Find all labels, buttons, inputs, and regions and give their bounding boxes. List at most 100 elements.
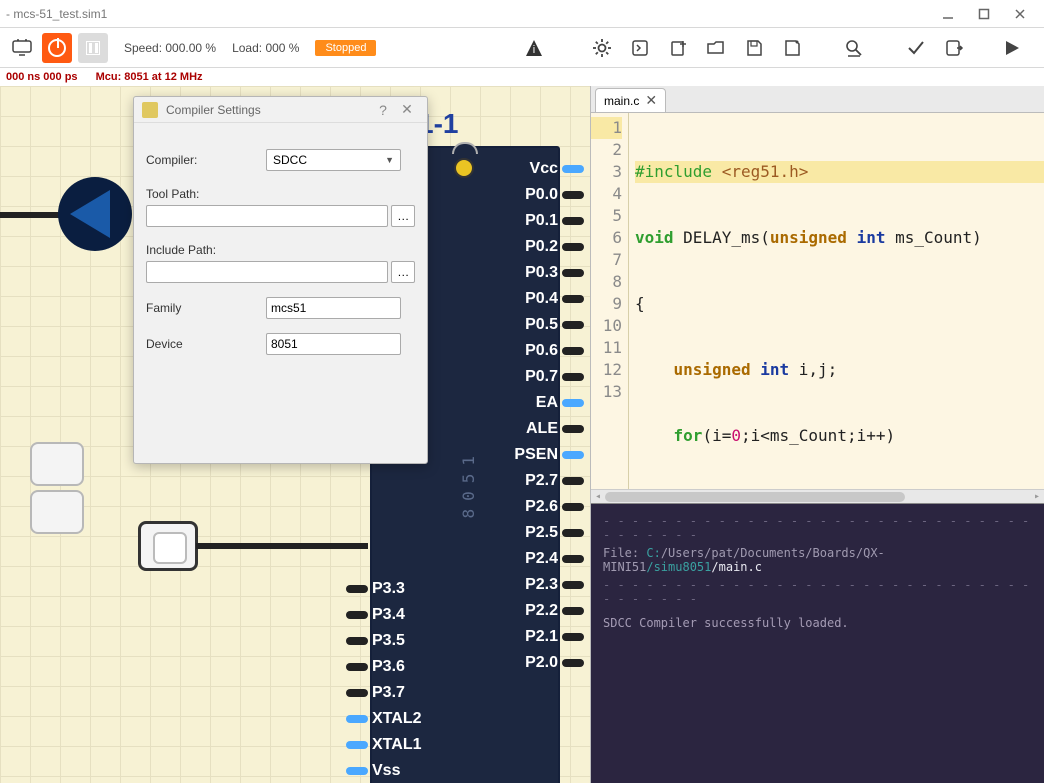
code-body[interactable]: #include <reg51.h> void DELAY_ms(unsigne… [629,113,1044,503]
save-icon[interactable] [740,34,768,62]
pin-P2.7[interactable]: P2.7 [498,470,584,492]
toolpath-input[interactable] [146,205,388,227]
pin-label: P0.6 [498,342,558,360]
gutter-line: 12 [591,359,622,381]
scroll-thumb[interactable] [605,492,905,502]
check-icon[interactable] [902,34,930,62]
pause-button[interactable] [78,33,108,63]
power-button[interactable] [42,33,72,63]
maximize-icon[interactable] [966,4,1002,24]
pin-peg [562,243,584,251]
schematic-view[interactable]: 1-1 8051 VccP0.0P0.1P0.2P0.3P0.4P0.5P0.6… [0,86,590,783]
pin-label: P0.0 [498,186,558,204]
output-console[interactable]: - - - - - - - - - - - - - - - - - - - - … [591,503,1044,783]
toolpath-browse-button[interactable]: … [391,205,415,227]
find-icon[interactable] [840,34,868,62]
pin-P2.6[interactable]: P2.6 [498,496,584,518]
close-icon[interactable]: ✕ [395,101,419,118]
scroll-right-icon[interactable]: ▸ [1030,490,1044,503]
left-pin-column: P3.3 P3.4 P3.5 P3.6 P3.7 XTAL2 XTAL1 Vss [346,578,421,782]
pin-P0.6[interactable]: P0.6 [498,340,584,362]
pin-EA[interactable]: EA [498,392,584,414]
pin-P2.3[interactable]: P2.3 [498,574,584,596]
tab-label: main.c [604,94,639,108]
pin-peg [562,659,584,667]
pin-P3.4[interactable]: P3.4 [346,604,405,626]
pin-peg [346,585,368,593]
pin-peg [346,611,368,619]
pin-P2.5[interactable]: P2.5 [498,522,584,544]
pin-Vcc[interactable]: Vcc [498,158,584,180]
upload-icon[interactable] [940,34,968,62]
titlebar: - mcs-51_test.sim1 [0,0,1044,28]
pin-XTAL2[interactable]: XTAL2 [346,708,421,730]
pin-label: P2.1 [498,628,558,646]
pin-XTAL1[interactable]: XTAL1 [346,734,421,756]
pin-label: P2.4 [498,550,558,568]
gear-icon[interactable] [588,34,616,62]
push-button-1[interactable] [30,442,84,486]
gutter-line: 5 [591,205,622,227]
led-component[interactable] [0,176,130,256]
pin-P3.3[interactable]: P3.3 [346,578,405,600]
pin-PSEN[interactable]: PSEN [498,444,584,466]
pin-label: P2.5 [498,524,558,542]
compiler-select[interactable]: SDCC ▼ [266,149,401,171]
scroll-left-icon[interactable]: ◂ [591,490,605,503]
pin-label: Vcc [498,160,558,178]
right-pin-column: Vcc P0.0 P0.1 P0.2 P0.3 P0.4 P0.5 P0.6 P0.7 EA ALE… [498,158,584,674]
pin-P0.4[interactable]: P0.4 [498,288,584,310]
close-tab-icon[interactable]: ✕ [645,92,657,109]
open-file-icon[interactable] [702,34,730,62]
pin-peg [346,663,368,671]
pin-ALE[interactable]: ALE [498,418,584,440]
run-icon[interactable] [998,34,1026,62]
pin-P0.5[interactable]: P0.5 [498,314,584,336]
switch-component[interactable] [138,521,198,571]
pin-P3.6[interactable]: P3.6 [346,656,405,678]
pin-P0.2[interactable]: P0.2 [498,236,584,258]
pin-P0.3[interactable]: P0.3 [498,262,584,284]
save-as-icon[interactable] [778,34,806,62]
chip-label: 8051 [459,448,478,519]
pin-P0.0[interactable]: P0.0 [498,184,584,206]
tab-main-c[interactable]: main.c ✕ [595,88,666,112]
pin-P2.2[interactable]: P2.2 [498,600,584,622]
gutter-line: 9 [591,293,622,315]
pin-P3.7[interactable]: P3.7 [346,682,405,704]
dialog-titlebar[interactable]: Compiler Settings ? ✕ [134,97,427,123]
pin-label: P0.3 [498,264,558,282]
new-file-icon[interactable] [664,34,692,62]
hscrollbar[interactable]: ◂ ▸ [591,489,1044,503]
info-icon[interactable]: i [520,34,548,62]
pin-P3.5[interactable]: P3.5 [346,630,405,652]
pin-Vss[interactable]: Vss [346,760,400,782]
pin-label: P2.2 [498,602,558,620]
pin-peg [562,477,584,485]
pin-peg [562,373,584,381]
screen-icon[interactable] [8,34,36,62]
pin-peg [562,555,584,563]
pin-P2.0[interactable]: P2.0 [498,652,584,674]
pin-peg [562,503,584,511]
speed-label: Speed: 000.00 % [124,41,216,55]
include-browse-button[interactable]: … [391,261,415,283]
pin-label: P2.3 [498,576,558,594]
led-triangle [70,190,110,238]
pin-P2.4[interactable]: P2.4 [498,548,584,570]
gutter-line: 1 [591,117,622,139]
pin-label: P2.6 [498,498,558,516]
family-input[interactable] [266,297,401,319]
pin-P0.7[interactable]: P0.7 [498,366,584,388]
pin-label: P0.7 [498,368,558,386]
pin-P0.1[interactable]: P0.1 [498,210,584,232]
code-editor[interactable]: 12345678910111213 #include <reg51.h> voi… [591,112,1044,503]
help-icon[interactable]: ? [371,102,395,118]
pin-P2.1[interactable]: P2.1 [498,626,584,648]
compile-icon[interactable] [626,34,654,62]
include-input[interactable] [146,261,388,283]
device-input[interactable] [266,333,401,355]
close-icon[interactable] [1002,4,1038,24]
push-button-2[interactable] [30,490,84,534]
minimize-icon[interactable] [930,4,966,24]
